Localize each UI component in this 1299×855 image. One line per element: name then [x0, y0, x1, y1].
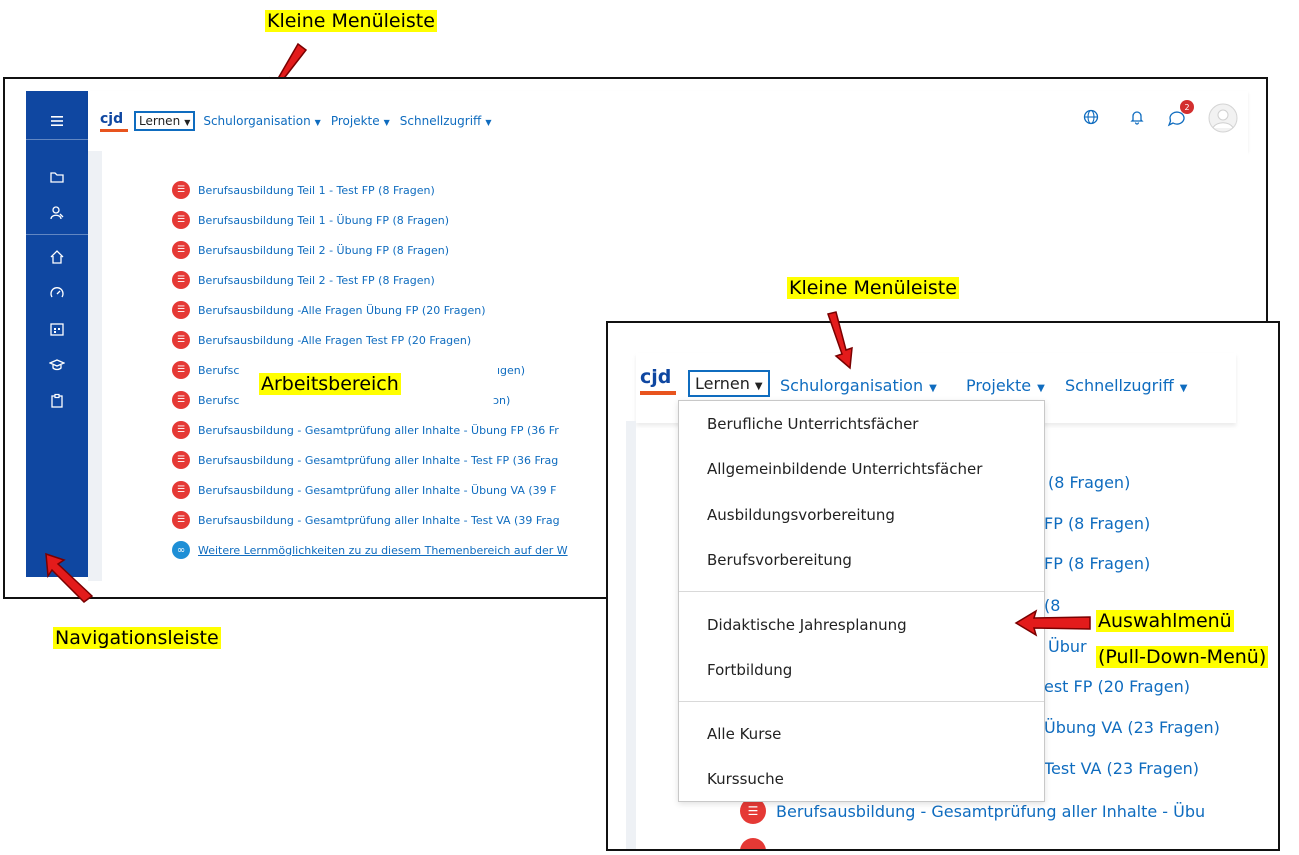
course-item[interactable]: ☰ Berufsausbildung Teil 2 - Übung FP (8 F…	[172, 241, 449, 259]
dropdown-divider	[679, 591, 1044, 592]
bg-fragment: FP (8 Fragen)	[1044, 514, 1151, 533]
course-item[interactable]: ☰ Berufsausbildung - Gesamtprüfung aller …	[172, 481, 556, 499]
zoom-nav-schnellzugriff[interactable]: Schnellzugriff ▼	[1065, 376, 1187, 395]
callout-auswahlmenue: Auswahlmenü	[1096, 610, 1234, 632]
top-menubar: cjd Lernen ▼ Schulorganisation ▼ Projekte ▼…	[88, 91, 1248, 151]
dropdown-item[interactable]: Berufliche Unterrichtsfächer	[707, 415, 918, 433]
dropdown-item[interactable]: Ausbildungsvorbereitung	[707, 506, 895, 524]
quiz-icon: ☰	[172, 481, 190, 499]
dashboard-icon[interactable]	[26, 281, 88, 305]
quiz-icon: ☰	[172, 361, 190, 379]
callout-kleine-menueleiste-zoom: Kleine Menüleiste	[787, 277, 959, 299]
course-item[interactable]: ☰ Berufsausbildung - Gesamtprüfung aller …	[172, 421, 559, 439]
dropdown-item[interactable]: Fortbildung	[707, 661, 792, 679]
callout-arrow-navbar	[45, 552, 94, 603]
callout-arrow-zoom-menubar	[827, 311, 853, 370]
nav-schulorganisation[interactable]: Schulorganisation ▼	[203, 114, 320, 128]
course-item[interactable]: ☰ Berufsausbildung Teil 1 - Übung FP (8 F…	[172, 211, 449, 229]
cjd-logo[interactable]: cjd	[100, 110, 128, 132]
navigation-sidebar	[26, 91, 88, 577]
bell-icon[interactable]	[1129, 109, 1145, 125]
bg-fragment: Übur	[1048, 637, 1087, 656]
quiz-icon: ☰	[172, 331, 190, 349]
quiz-icon: ☰	[172, 301, 190, 319]
quiz-icon: ☰	[172, 421, 190, 439]
course-fragment: ɔn)	[493, 394, 511, 407]
bg-fragment: (8 Fragen)	[1048, 473, 1131, 492]
quiz-icon: ☰	[172, 391, 190, 409]
dropdown-divider	[679, 701, 1044, 702]
graduation-cap-icon[interactable]	[26, 353, 88, 377]
callout-kleine-menueleiste-top: Kleine Menüleiste	[265, 10, 437, 32]
globe-icon[interactable]	[1083, 109, 1099, 125]
nav-schnellzugriff[interactable]: Schnellzugriff ▼	[400, 114, 492, 128]
course-item[interactable]: ☰ Berufsc	[172, 361, 239, 379]
lernen-dropdown-menu: Berufliche Unterrichtsfächer Allgemeinbi…	[678, 400, 1045, 802]
quiz-icon: ☰	[172, 211, 190, 229]
course-item[interactable]: ☰ Berufsausbildung -Alle Fragen Übung FP …	[172, 301, 486, 319]
dropdown-item[interactable]: Didaktische Jahresplanung	[707, 616, 907, 634]
quiz-icon: ☰	[172, 181, 190, 199]
course-item[interactable]: ☰ Berufsc	[172, 391, 239, 409]
avatar[interactable]	[1208, 103, 1238, 133]
quiz-icon: ☰	[172, 271, 190, 289]
bg-fragment: Übung VA (23 Fragen)	[1044, 718, 1220, 737]
course-item[interactable]: ☰ Berufsausbildung - Gesamtprüfung aller …	[740, 798, 1205, 824]
callout-navigationsleiste: Navigationsleiste	[53, 627, 221, 649]
dropdown-item[interactable]: Berufsvorbereitung	[707, 551, 852, 569]
nav-lernen[interactable]: Lernen ▼	[134, 111, 196, 131]
calendar-icon[interactable]	[26, 317, 88, 341]
bg-fragment: FP (8 Fragen)	[1044, 554, 1151, 573]
course-item[interactable]: ☰ Berufsausbildung - Gesamtprüfung aller …	[172, 451, 558, 469]
clipboard-icon[interactable]	[26, 389, 88, 413]
callout-arrow-auswahlmenue	[1014, 609, 1091, 637]
quiz-icon	[740, 838, 766, 849]
course-item[interactable]: ☰ Berufsausbildung -Alle Fragen Test FP (…	[172, 331, 471, 349]
callout-arbeitsbereich: Arbeitsbereich	[259, 373, 401, 395]
zoom-nav-lernen[interactable]: Lernen ▼	[688, 370, 770, 397]
course-item[interactable]: ☰ Berufsausbildung Teil 2 - Test FP (8 Fr…	[172, 271, 435, 289]
bg-fragment: est FP (20 Fragen)	[1044, 677, 1190, 696]
course-item[interactable]: ☰ Berufsausbildung - Gesamtprüfung aller …	[172, 511, 560, 529]
quiz-icon: ☰	[172, 451, 190, 469]
zoom-nav-schulorganisation[interactable]: Schulorganisation ▼	[780, 376, 937, 395]
home-icon[interactable]	[26, 245, 88, 269]
quiz-icon: ☰	[172, 511, 190, 529]
dropdown-item[interactable]: Allgemeinbildende Unterrichtsfächer	[707, 460, 982, 478]
more-link-item[interactable]: ∞ Weitere Lernmöglichkeiten zu zu diesem …	[172, 541, 568, 559]
course-fragment: ıgen)	[497, 364, 526, 377]
dropdown-item[interactable]: Kurssuche	[707, 770, 784, 788]
nav-projekte[interactable]: Projekte ▼	[331, 114, 390, 128]
participants-icon[interactable]	[26, 201, 88, 225]
link-icon: ∞	[172, 541, 190, 559]
dropdown-item[interactable]: Alle Kurse	[707, 725, 781, 743]
notification-badge: 2	[1180, 100, 1194, 114]
folder-icon[interactable]	[26, 165, 88, 189]
course-item[interactable]: ☰ Berufsausbildung Teil 1 - Test FP (8 Fr…	[172, 181, 435, 199]
zoom-cjd-logo[interactable]: cjd	[640, 365, 676, 395]
callout-pull-down-menue: (Pull-Down-Menü)	[1096, 646, 1269, 668]
menu-icon[interactable]	[26, 109, 88, 133]
quiz-icon: ☰	[172, 241, 190, 259]
zoom-nav-projekte[interactable]: Projekte ▼	[966, 376, 1045, 395]
bg-fragment: Test VA (23 Fragen)	[1044, 759, 1200, 778]
